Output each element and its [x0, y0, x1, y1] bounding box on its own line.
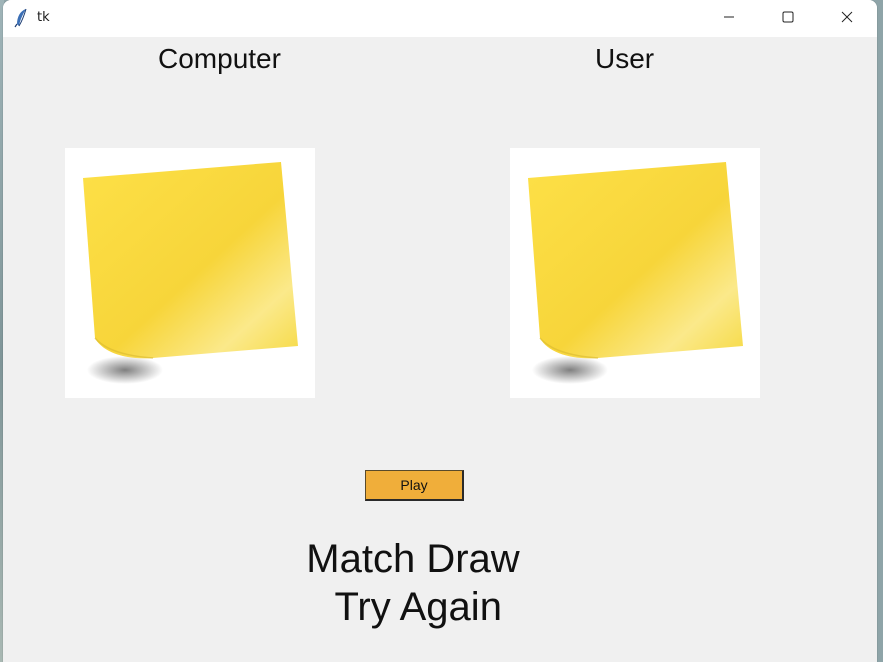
sticky-note-paper-icon — [83, 162, 298, 384]
user-choice-image — [510, 148, 760, 398]
result-line-2: Try Again — [324, 585, 502, 629]
minimize-button[interactable] — [700, 0, 758, 37]
game-area: Computer User Play Match Draw Try Again — [3, 37, 877, 662]
result-line-1: Match Draw — [306, 537, 520, 581]
computer-choice-image — [65, 148, 315, 398]
feather-icon — [14, 8, 30, 28]
close-button[interactable] — [818, 0, 876, 37]
close-icon — [841, 10, 853, 28]
result-message: Match Draw Try Again — [263, 535, 563, 631]
app-window: tk Computer User Play Match Draw Try Aga… — [3, 0, 877, 662]
sticky-note-paper-icon — [528, 162, 743, 384]
play-button[interactable]: Play — [365, 470, 464, 501]
window-title: tk — [37, 10, 50, 25]
title-bar[interactable]: tk — [3, 0, 877, 37]
computer-label: Computer — [158, 43, 281, 74]
maximize-button[interactable] — [759, 0, 817, 37]
maximize-icon — [782, 10, 794, 28]
user-label: User — [595, 43, 655, 74]
minimize-icon — [723, 10, 735, 28]
